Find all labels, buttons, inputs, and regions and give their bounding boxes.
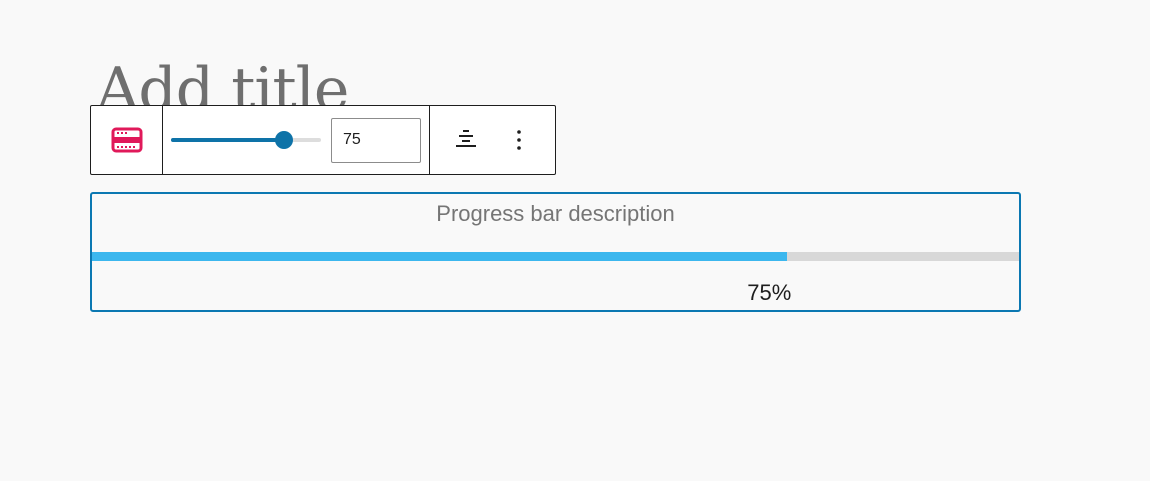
slider-thumb[interactable] [274,131,293,149]
progress-percent-label: 75% [747,280,792,305]
progress-slider[interactable] [171,130,321,150]
editor-canvas: Add title 75 Progress bar description 75… [0,0,1150,481]
align-center-icon[interactable] [448,122,484,158]
progress-range-control [163,106,430,174]
progress-bar-icon[interactable] [111,127,143,153]
progress-fill [92,252,788,261]
block-toolbar [90,105,556,175]
more-vertical-icon[interactable] [501,122,537,158]
toolbar-options-group [430,106,555,174]
progress-bar-block[interactable]: Progress bar description 75% [90,192,1021,312]
progress-description[interactable]: Progress bar description [92,201,1019,227]
progress-track [92,252,1019,261]
block-type-group [91,106,163,174]
slider-fill [171,138,284,142]
progress-value-input[interactable] [331,117,421,163]
